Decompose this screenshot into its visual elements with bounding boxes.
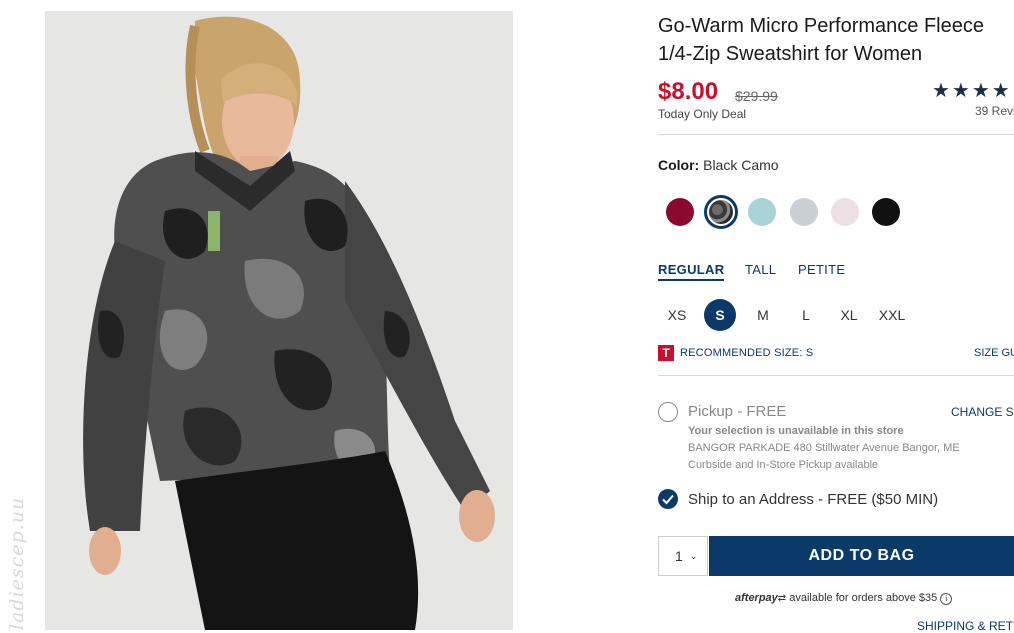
sale-price: $8.00 [658,78,719,105]
rating-stars[interactable]: ★★★★ [932,78,1012,103]
swatch-black-camo[interactable] [704,195,738,229]
checkmark-icon [662,494,674,505]
swatch-blush[interactable] [831,198,859,226]
size-l[interactable]: L [790,299,822,331]
size-s[interactable]: S [704,299,736,331]
afterpay-logo: afterpay [735,592,778,604]
quantity-select[interactable]: 1 ⌄ [658,536,708,576]
swatch-light-gray[interactable] [790,198,818,226]
color-label: Color: Black Camo [658,157,779,173]
change-store-link[interactable]: CHANGE ST [951,405,1014,419]
product-title-line1: Go-Warm Micro Performance Fleece [658,15,984,37]
ship-radio[interactable] [658,489,678,509]
product-image[interactable] [45,11,513,630]
watermark-text: ladiescep.uu [6,496,28,630]
shipping-returns-link[interactable]: SHIPPING & RETU [917,619,1014,633]
product-title-line2: 1/4-Zip Sweatshirt for Women [658,43,923,65]
size-xs[interactable]: XS [661,299,693,331]
chevron-down-icon: ⌄ [689,551,698,561]
deal-label: Today Only Deal [658,107,747,121]
product-title: Go-Warm Micro Performance Fleece 1/4-Zip… [658,12,1014,68]
quantity-value: 1 [675,548,683,564]
afterpay-arrows-icon: ⇄ [777,593,787,604]
info-icon[interactable]: i [940,593,953,605]
ship-label[interactable]: Ship to an Address - FREE ($50 MIN) [688,491,938,508]
original-price: $29.99 [735,88,778,104]
pickup-unavailable-text: Your selection is unavailable in this st… [688,425,904,437]
add-to-bag-button[interactable]: ADD TO BAG [709,536,1014,576]
tab-petite[interactable]: PETITE [798,262,845,277]
pickup-radio[interactable] [658,402,678,422]
true-fit-icon: T [658,345,674,361]
afterpay-info: afterpay⇄ available for orders above $35… [735,592,953,605]
color-label-key: Color: [658,157,700,173]
size-guide-link[interactable]: SIZE GU [974,347,1014,359]
recommended-size[interactable]: RECOMMENDED SIZE: S [680,347,813,359]
tab-regular[interactable]: REGULAR [658,262,725,281]
swatch-burgundy[interactable] [666,198,694,226]
tab-tall[interactable]: TALL [745,262,776,277]
store-address: BANGOR PARKADE 480 Stillwater Avenue Ban… [688,442,960,454]
size-xxl[interactable]: XXL [876,299,908,331]
swatch-black-camo-fill [709,200,733,224]
swatch-black[interactable] [872,198,900,226]
afterpay-text: available for orders above $35 [789,592,938,604]
curbside-text: Curbside and In-Store Pickup available [688,459,879,471]
reviews-link[interactable]: 39 Revi [975,104,1014,118]
color-selected-name: Black Camo [703,157,779,173]
size-m[interactable]: M [747,299,779,331]
pickup-label[interactable]: Pickup - FREE [688,403,786,420]
swatch-aqua[interactable] [748,198,776,226]
size-xl[interactable]: XL [833,299,865,331]
divider [658,134,1014,135]
divider [658,375,1014,376]
